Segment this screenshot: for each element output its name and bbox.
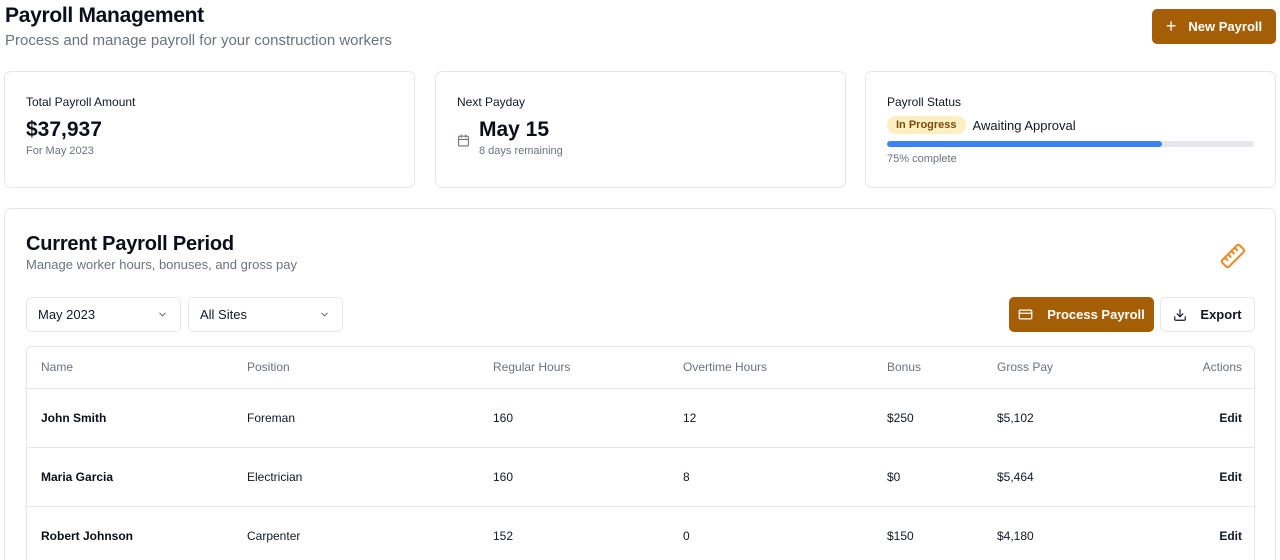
month-select-value: May 2023: [38, 307, 96, 322]
column-header: Bonus: [873, 347, 983, 389]
ruler-icon: [1220, 243, 1246, 269]
payroll-status-label: Payroll Status: [887, 95, 962, 109]
chevron-down-icon: [321, 312, 328, 317]
table-header-row: Name Position Regular Hours Overtime Hou…: [27, 347, 1254, 389]
worker-name: Robert Johnson: [27, 506, 233, 560]
regular-hours: 152: [479, 506, 669, 560]
bonus: $0: [873, 447, 983, 507]
next-payday-card: Next Payday May 15 8 days remaining: [435, 71, 846, 188]
edit-button[interactable]: Edit: [1219, 470, 1242, 484]
gross-pay: $5,464: [983, 447, 1133, 507]
column-header: Regular Hours: [479, 347, 669, 389]
table-row: Maria Garcia Electrician 160 8 $0 $5,464…: [27, 447, 1254, 507]
payroll-page: Payroll Management Process and manage pa…: [0, 0, 1280, 560]
actions-cell: Edit: [1133, 447, 1254, 507]
bonus: $250: [873, 388, 983, 448]
next-payday-label: Next Payday: [457, 95, 526, 109]
payroll-table: Name Position Regular Hours Overtime Hou…: [26, 346, 1255, 560]
column-header: Gross Pay: [983, 347, 1133, 389]
edit-button[interactable]: Edit: [1219, 411, 1242, 425]
site-select-value: All Sites: [200, 307, 247, 322]
payday-row: May 15 8 days remaining: [457, 118, 824, 157]
calendar-icon: [458, 134, 469, 147]
download-icon: [1174, 308, 1187, 321]
gross-pay: $5,102: [983, 388, 1133, 448]
worker-name: Maria Garcia: [27, 447, 233, 507]
total-payroll-value: $37,937: [26, 118, 102, 141]
bonus: $150: [873, 506, 983, 560]
actions-cell: Edit: [1133, 388, 1254, 448]
column-header: Actions: [1133, 347, 1254, 389]
process-payroll-button[interactable]: Process Payroll: [1009, 297, 1154, 332]
page-subtitle: Process and manage payroll for your cons…: [5, 32, 392, 49]
regular-hours: 160: [479, 447, 669, 507]
credit-card-icon: [1018, 309, 1033, 320]
page-title: Payroll Management: [5, 4, 204, 27]
progress-label: 75% complete: [887, 153, 957, 165]
section-subtitle: Manage worker hours, bonuses, and gross …: [26, 257, 297, 272]
new-payroll-label: New Payroll: [1188, 19, 1263, 34]
overtime-hours: 8: [669, 447, 873, 507]
column-header: Overtime Hours: [669, 347, 873, 389]
edit-button[interactable]: Edit: [1219, 529, 1242, 543]
plus-icon: +: [1165, 15, 1177, 36]
overtime-hours: 12: [669, 388, 873, 448]
process-payroll-label: Process Payroll: [1047, 307, 1145, 322]
worker-name: John Smith: [27, 388, 233, 448]
column-header: Name: [27, 347, 233, 389]
page-header: Payroll Management Process and manage pa…: [5, 4, 392, 49]
total-payroll-card: Total Payroll Amount $37,937 For May 202…: [4, 71, 415, 188]
table-row: John Smith Foreman 160 12 $250 $5,102 Ed…: [27, 388, 1254, 448]
days-remaining: 8 days remaining: [479, 145, 563, 157]
worker-position: Electrician: [233, 447, 479, 507]
next-payday-value: May 15: [479, 118, 550, 141]
overtime-hours: 0: [669, 506, 873, 560]
export-label: Export: [1200, 307, 1242, 322]
export-button[interactable]: Export: [1160, 297, 1255, 332]
status-badge: In Progress: [887, 116, 966, 134]
actions-cell: Edit: [1133, 506, 1254, 560]
status-row: In Progress Awaiting Approval: [887, 116, 1254, 134]
worker-position: Foreman: [233, 388, 479, 448]
total-payroll-period: For May 2023: [26, 145, 94, 157]
table-row: Robert Johnson Carpenter 152 0 $150 $4,1…: [27, 506, 1254, 560]
month-select[interactable]: May 2023: [26, 297, 181, 332]
progress-bar: [887, 141, 1254, 147]
new-payroll-button[interactable]: + New Payroll: [1152, 9, 1276, 44]
status-text: Awaiting Approval: [972, 117, 1076, 133]
column-header: Position: [233, 347, 479, 389]
payroll-period-panel: Current Payroll Period Manage worker hou…: [4, 208, 1276, 560]
section-title: Current Payroll Period: [26, 233, 234, 255]
regular-hours: 160: [479, 388, 669, 448]
gross-pay: $4,180: [983, 506, 1133, 560]
total-payroll-label: Total Payroll Amount: [26, 95, 136, 109]
site-select[interactable]: All Sites: [188, 297, 343, 332]
progress-fill: [887, 141, 1163, 147]
worker-position: Carpenter: [233, 506, 479, 560]
chevron-down-icon: [159, 312, 166, 317]
payroll-status-card: Payroll Status In Progress Awaiting Appr…: [865, 71, 1276, 188]
